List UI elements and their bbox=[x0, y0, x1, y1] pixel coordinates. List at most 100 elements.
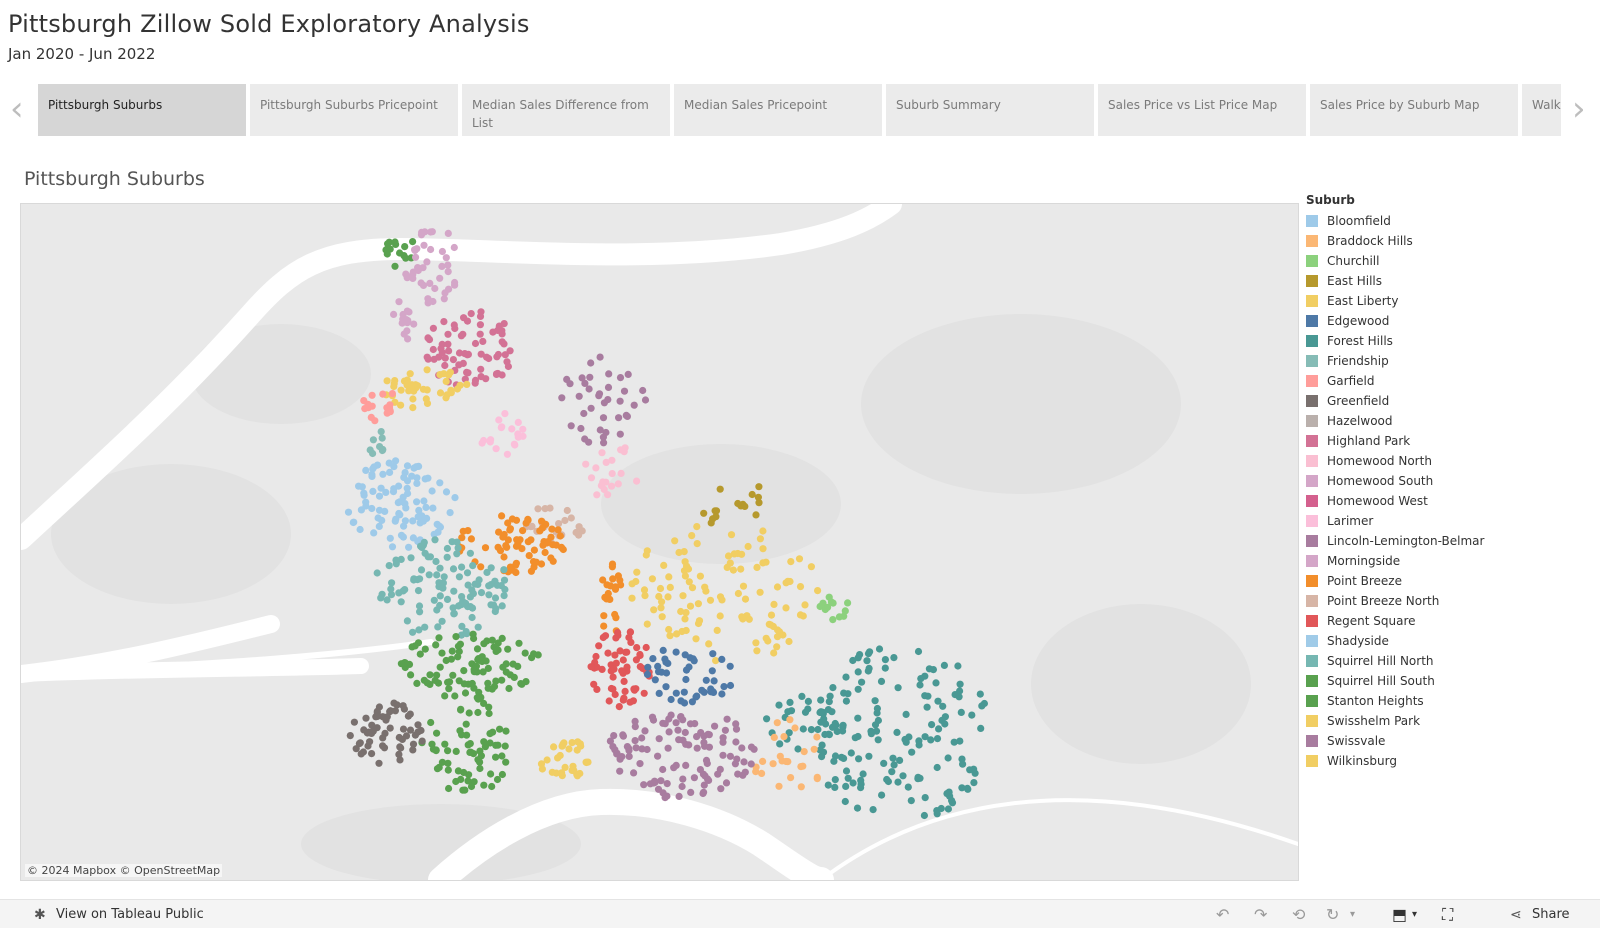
sale-point[interactable] bbox=[386, 724, 394, 732]
sale-point[interactable] bbox=[618, 753, 626, 761]
view-on-tableau-link[interactable]: ✱ View on Tableau Public bbox=[34, 907, 204, 922]
sale-point[interactable] bbox=[438, 617, 446, 625]
sale-point[interactable] bbox=[558, 772, 566, 780]
sale-point[interactable] bbox=[842, 697, 851, 705]
sale-point[interactable] bbox=[587, 474, 596, 482]
sale-point[interactable] bbox=[859, 770, 867, 778]
sale-point[interactable] bbox=[450, 243, 458, 252]
sale-point[interactable] bbox=[599, 576, 607, 584]
sale-point[interactable] bbox=[702, 676, 710, 684]
sale-point[interactable] bbox=[831, 783, 839, 792]
sale-point[interactable] bbox=[479, 337, 487, 345]
sale-point[interactable] bbox=[824, 781, 832, 789]
sale-point[interactable] bbox=[732, 738, 740, 746]
sale-point[interactable] bbox=[682, 609, 690, 617]
sale-point[interactable] bbox=[729, 566, 738, 574]
sale-point[interactable] bbox=[498, 634, 506, 642]
sale-point[interactable] bbox=[406, 726, 415, 734]
sale-point[interactable] bbox=[786, 698, 794, 706]
sale-point[interactable] bbox=[776, 752, 784, 760]
sale-point[interactable] bbox=[448, 538, 456, 546]
sale-point[interactable] bbox=[500, 553, 508, 561]
sale-point[interactable] bbox=[928, 721, 936, 729]
sale-point[interactable] bbox=[488, 636, 496, 644]
sale-point[interactable] bbox=[685, 663, 693, 671]
sale-point[interactable] bbox=[500, 320, 508, 328]
sale-point[interactable] bbox=[614, 480, 622, 488]
sale-point[interactable] bbox=[675, 736, 683, 744]
sale-point[interactable] bbox=[436, 389, 445, 397]
sale-point[interactable] bbox=[797, 783, 805, 791]
sale-point[interactable] bbox=[410, 320, 418, 328]
sale-point[interactable] bbox=[397, 401, 405, 409]
sale-point[interactable] bbox=[463, 317, 472, 325]
sale-point[interactable] bbox=[622, 648, 630, 656]
sale-point[interactable] bbox=[608, 470, 616, 478]
sale-point[interactable] bbox=[503, 358, 511, 366]
sale-point[interactable] bbox=[491, 594, 500, 602]
sale-point[interactable] bbox=[690, 657, 698, 665]
sale-point[interactable] bbox=[358, 483, 366, 491]
sale-point[interactable] bbox=[632, 744, 640, 752]
sale-point[interactable] bbox=[455, 677, 463, 685]
sale-point[interactable] bbox=[361, 405, 369, 413]
sale-point[interactable] bbox=[461, 689, 470, 697]
sale-point[interactable] bbox=[538, 765, 547, 773]
sale-point[interactable] bbox=[593, 685, 601, 693]
sale-point[interactable] bbox=[454, 642, 462, 650]
sale-point[interactable] bbox=[426, 553, 434, 561]
sale-point[interactable] bbox=[409, 404, 417, 412]
legend-item-regent-square[interactable]: Regent Square bbox=[1306, 611, 1586, 631]
sale-point[interactable] bbox=[575, 523, 583, 531]
sale-point[interactable] bbox=[494, 646, 502, 654]
sale-point[interactable] bbox=[459, 359, 467, 367]
sale-point[interactable] bbox=[643, 670, 652, 678]
sale-point[interactable] bbox=[432, 747, 440, 755]
sale-point[interactable] bbox=[700, 738, 708, 747]
sale-point[interactable] bbox=[678, 782, 686, 791]
sale-point[interactable] bbox=[681, 728, 689, 737]
sale-point[interactable] bbox=[403, 462, 412, 470]
sale-point[interactable] bbox=[813, 773, 821, 781]
sale-point[interactable] bbox=[814, 587, 822, 595]
sale-point[interactable] bbox=[487, 770, 495, 778]
sale-point[interactable] bbox=[418, 737, 426, 745]
sale-point[interactable] bbox=[787, 558, 795, 566]
sale-point[interactable] bbox=[444, 330, 452, 338]
sale-point[interactable] bbox=[449, 671, 457, 679]
sale-point[interactable] bbox=[433, 671, 441, 679]
sale-point[interactable] bbox=[486, 438, 494, 446]
sale-point[interactable] bbox=[386, 408, 394, 416]
sale-point[interactable] bbox=[397, 555, 405, 563]
sale-point[interactable] bbox=[598, 665, 606, 673]
legend-item-point-breeze[interactable]: Point Breeze bbox=[1306, 571, 1586, 591]
sale-point[interactable] bbox=[776, 740, 784, 748]
sale-point[interactable] bbox=[679, 716, 687, 724]
sale-point[interactable] bbox=[458, 622, 466, 630]
sale-point[interactable] bbox=[450, 587, 458, 595]
sale-point[interactable] bbox=[916, 681, 924, 689]
sale-point[interactable] bbox=[693, 523, 701, 531]
sale-point[interactable] bbox=[431, 536, 439, 544]
sale-point[interactable] bbox=[959, 760, 967, 768]
sale-point[interactable] bbox=[501, 742, 509, 750]
sale-point[interactable] bbox=[442, 377, 450, 385]
sale-point[interactable] bbox=[369, 487, 377, 495]
sale-point[interactable] bbox=[654, 785, 663, 793]
sale-point[interactable] bbox=[567, 514, 575, 522]
sale-point[interactable] bbox=[444, 229, 452, 237]
sale-point[interactable] bbox=[620, 387, 629, 395]
sale-point[interactable] bbox=[463, 380, 471, 388]
sale-point[interactable] bbox=[386, 468, 394, 476]
suburb-map[interactable]: © 2024 Mapbox © OpenStreetMap bbox=[20, 203, 1299, 881]
sale-point[interactable] bbox=[498, 752, 506, 760]
sale-point[interactable] bbox=[538, 517, 546, 525]
fullscreen-icon[interactable]: ⛶ bbox=[1442, 905, 1453, 925]
sale-point[interactable] bbox=[563, 375, 571, 383]
sale-point[interactable] bbox=[402, 270, 410, 278]
sale-point[interactable] bbox=[563, 506, 571, 515]
sale-point[interactable] bbox=[780, 733, 788, 741]
sale-point[interactable] bbox=[825, 593, 833, 601]
sale-point[interactable] bbox=[420, 241, 428, 249]
sale-point[interactable] bbox=[593, 491, 601, 499]
